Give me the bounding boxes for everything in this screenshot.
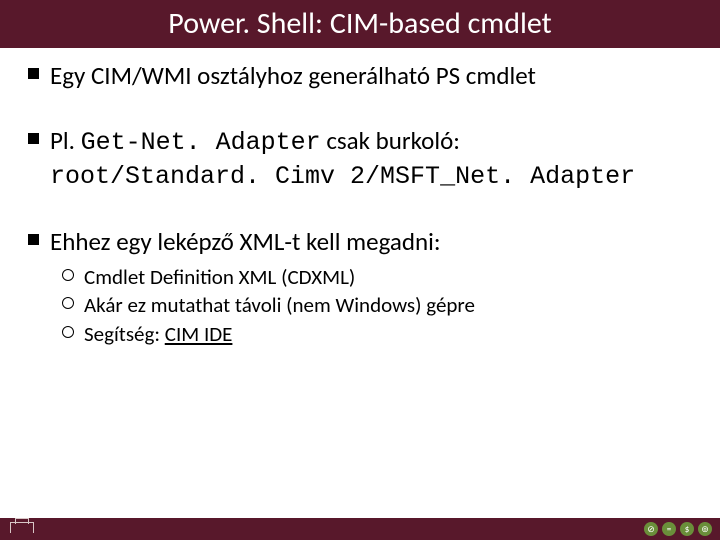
bullet-text: Ehhez egy leképző XML-t kell megadni: (50, 226, 441, 257)
sub-bullet-item: Segítség: CIM IDE (60, 320, 698, 348)
badge-icon: $ (680, 522, 694, 536)
footer-logo (4, 520, 64, 538)
bullet-item: Egy CIM/WMI osztályhoz generálható PS cm… (22, 60, 698, 91)
footer-bar: ⊘ = $ ⊚ (0, 518, 720, 540)
slide: Power. Shell: CIM-based cmdlet Egy CIM/W… (0, 0, 720, 540)
code-inline: root/Standard. Cimv 2/MSFT_Net. Adapter (50, 162, 635, 191)
footer-badges: ⊘ = $ ⊚ (644, 522, 712, 536)
bullet-text-mid: csak burkoló: (321, 125, 460, 156)
sub-bullet-text: Akár ez mutathat távoli (nem Windows) gé… (84, 292, 475, 318)
slide-content: Egy CIM/WMI osztályhoz generálható PS cm… (0, 48, 720, 348)
link-cim-ide[interactable]: CIM IDE (165, 321, 233, 347)
sub-bullet-item: Cmdlet Definition XML (CDXML) (60, 263, 698, 291)
code-inline: Get-Net. Adapter (81, 128, 321, 157)
sub-bullet-text: Cmdlet Definition XML (CDXML) (84, 264, 355, 290)
sub-bullet-item: Akár ez mutathat távoli (nem Windows) gé… (60, 291, 698, 319)
badge-icon: ⊘ (644, 522, 658, 536)
bullet-item: Ehhez egy leképző XML-t kell megadni: Cm… (22, 226, 698, 348)
sub-bullet-pre: Segítség: (84, 321, 165, 347)
bullet-text-pre: Pl. (50, 125, 81, 156)
bullet-list: Egy CIM/WMI osztályhoz generálható PS cm… (22, 60, 698, 348)
building-icon (10, 522, 34, 533)
slide-title-bar: Power. Shell: CIM-based cmdlet (0, 0, 720, 48)
sub-bullet-list: Cmdlet Definition XML (CDXML) Akár ez mu… (60, 263, 698, 348)
badge-icon: ⊚ (698, 522, 712, 536)
badge-icon: = (662, 522, 676, 536)
bullet-text: Egy CIM/WMI osztályhoz generálható PS cm… (50, 60, 536, 91)
bullet-item: Pl. Get-Net. Adapter csak burkoló: root/… (22, 125, 698, 192)
slide-title: Power. Shell: CIM-based cmdlet (168, 0, 551, 48)
